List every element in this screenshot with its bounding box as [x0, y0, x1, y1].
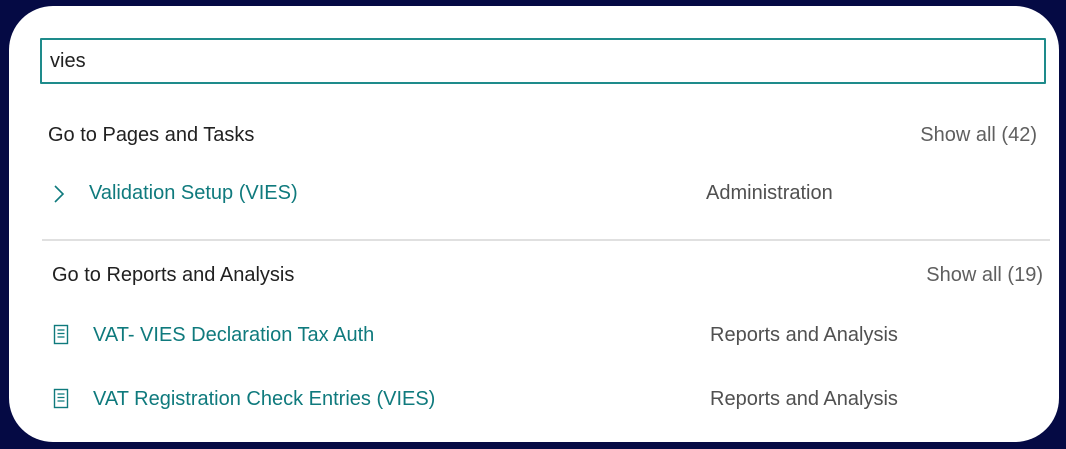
reports-group-header: Go to Reports and Analysis	[52, 264, 295, 286]
search-input[interactable]	[40, 38, 1046, 84]
search-results-panel: Go to Pages and Tasks Show all (42) Vali…	[9, 6, 1059, 442]
result-title: VAT- VIES Declaration Tax Auth	[93, 324, 375, 346]
pages-show-all-link[interactable]: Show all (42)	[920, 124, 1037, 147]
pages-group-header: Go to Pages and Tasks	[48, 124, 255, 146]
result-row-vat-vies-declaration[interactable]: VAT- VIES Declaration Tax Auth Reports a…	[39, 316, 1029, 356]
result-category: Reports and Analysis	[710, 324, 898, 346]
result-category: Administration	[706, 182, 833, 204]
result-title: VAT Registration Check Entries (VIES)	[93, 388, 436, 410]
reports-show-all-link[interactable]: Show all (19)	[926, 264, 1043, 287]
result-row-validation-setup[interactable]: Validation Setup (VIES) Administration	[39, 174, 1029, 214]
chevron-right-icon	[54, 185, 65, 203]
result-row-vat-registration-check[interactable]: VAT Registration Check Entries (VIES) Re…	[39, 380, 1029, 420]
result-category: Reports and Analysis	[710, 388, 898, 410]
result-title: Validation Setup (VIES)	[89, 182, 298, 204]
group-divider	[42, 239, 1050, 241]
report-document-icon	[53, 324, 69, 345]
report-document-icon	[53, 388, 69, 409]
